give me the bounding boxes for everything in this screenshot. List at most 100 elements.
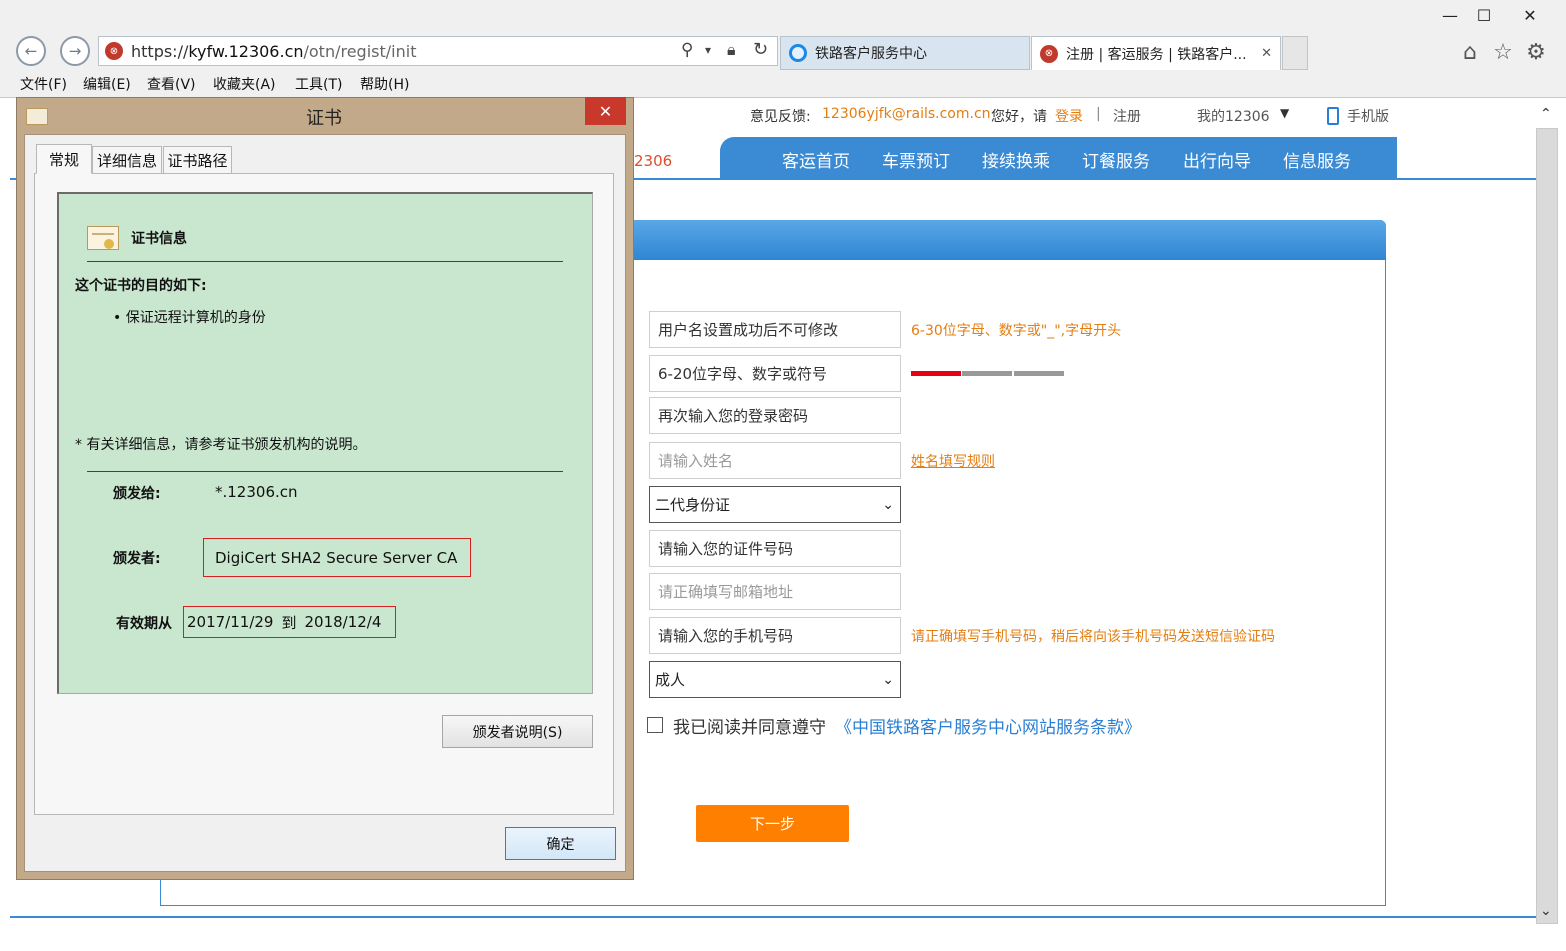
tab-label: 注册 | 客运服务 | 铁路客户... [1066,46,1247,63]
new-tab-button[interactable] [1282,36,1308,70]
site-favicon-icon: ⊗ [1040,44,1058,63]
id-number-field[interactable]: 请输入您的证件号码 [649,530,901,567]
menu-tools[interactable]: 工具(T) [295,74,342,94]
register-link[interactable]: 注册 [1113,106,1141,126]
validity-period: 2017/11/29 到 2018/12/4 [183,606,396,638]
passenger-type-value: 成人 [655,671,686,689]
password-strength-segment-2 [962,371,1012,376]
url-host: kyfw.12306.cn [188,42,304,61]
minimize-button[interactable]: — [1432,4,1468,26]
valid-to-date: 2018/12/4 [304,613,382,631]
valid-from-date: 2017/11/29 [187,613,274,631]
url-prefix: https:// [131,42,189,61]
scroll-down-icon[interactable]: ⌄ [1540,903,1552,919]
nav-transfer[interactable]: 接续换乘 [982,147,1050,172]
menu-view[interactable]: 查看(V) [147,74,196,94]
forward-arrow-icon: → [68,42,82,60]
maximize-button[interactable]: ☐ [1466,4,1502,26]
tab-close-icon[interactable]: ✕ [1261,46,1272,61]
cert-purpose-heading: 这个证书的目的如下: [75,278,207,294]
site-favicon-icon: ⊗ [105,42,123,60]
agree-checkbox[interactable] [647,717,663,733]
email-field[interactable]: 请正确填写邮箱地址 [649,573,901,610]
terms-link[interactable]: 《中国铁路客户服务中心网站服务条款》 [835,713,1141,738]
ok-button[interactable]: 确定 [505,827,616,860]
password-field[interactable]: 6-20位字母、数字或符号 [649,355,901,392]
certificate-small-icon [26,108,48,125]
menu-file[interactable]: 文件(F) [20,74,67,94]
cert-divider-bottom [87,471,563,472]
confirm-password-field[interactable]: 再次输入您的登录密码 [649,397,901,434]
id-type-value: 二代身份证 [655,496,731,514]
issued-by-value: DigiCert SHA2 Secure Server CA [203,538,471,577]
tab-railway-home[interactable]: 铁路客户服务中心 [780,36,1030,70]
cert-purpose-item: • 保证远程计算机的身份 [113,310,266,326]
logo-text-fragment: 2306 [634,152,673,170]
back-button[interactable]: ← [16,36,46,66]
greeting-text: 您好，请 [991,109,1047,125]
name-rule-link[interactable]: 姓名填写规则 [911,451,995,471]
scrollbar-thumb[interactable] [1536,128,1558,924]
id-type-select[interactable]: 二代身份证 ⌄ [649,486,901,523]
dialog-title: 证书 [306,108,342,129]
nav-travel-guide[interactable]: 出行向导 [1183,147,1251,172]
phone-field[interactable]: 请输入您的手机号码 [649,617,901,654]
nav-meal-service[interactable]: 订餐服务 [1082,147,1150,172]
home-icon[interactable]: ⌂ [1456,38,1484,66]
nav-info-service[interactable]: 信息服务 [1283,147,1351,172]
next-step-button[interactable]: 下一步 [696,805,849,842]
my12306-dropdown-icon[interactable]: ▼ [1280,106,1289,120]
valid-from-label: 有效期从 [116,616,172,632]
favorites-star-icon[interactable]: ☆ [1489,38,1517,66]
valid-to-word: 到 [281,613,297,632]
close-window-button[interactable]: ✕ [1512,4,1548,26]
issuer-statement-button[interactable]: 颁发者说明(S) [442,715,593,748]
cert-section-title: 证书信息 [131,231,187,247]
username-hint: 6-30位字母、数字或"_",字母开头 [911,323,1122,339]
nav-passenger-home[interactable]: 客运首页 [782,147,850,172]
menu-favorites[interactable]: 收藏夹(A) [213,74,276,94]
tab-cert-path[interactable]: 证书路径 [163,146,232,173]
issued-to-value: *.12306.cn [215,483,298,501]
my12306-menu[interactable]: 我的12306 [1197,106,1270,126]
password-strength-segment-1 [911,371,961,376]
dropdown-arrow-icon[interactable]: ▾ [705,43,711,57]
name-field[interactable]: 请输入姓名 [649,442,901,479]
chevron-down-icon: ⌄ [882,496,894,513]
certificate-seal [104,239,114,249]
refresh-icon[interactable]: ↻ [753,39,768,60]
feedback-email-link[interactable]: 12306yjfk@rails.com.cn [822,106,991,122]
tab-general[interactable]: 常规 [36,144,92,174]
lock-icon[interactable]: 🔒︎ [727,40,736,60]
issued-to-label: 颁发给: [113,486,161,502]
certificate-icon [87,226,119,250]
menu-edit[interactable]: 编辑(E) [83,74,131,94]
scroll-up-icon[interactable]: ⌃ [1540,106,1552,122]
link-separator: | [1096,106,1101,122]
cert-divider-top [87,261,563,262]
nav-ticket-booking[interactable]: 车票预订 [882,147,950,172]
username-field[interactable]: 用户名设置成功后不可修改 [649,311,901,348]
phone-hint: 请正确填写手机号码，稍后将向该手机号码发送短信验证码 [911,629,1275,645]
password-strength-segment-3 [1014,371,1064,376]
settings-gear-icon[interactable]: ⚙ [1522,38,1550,66]
address-bar[interactable]: ⊗ https://kyfw.12306.cn/otn/regist/init … [98,36,778,66]
dialog-close-button[interactable]: ✕ [585,97,626,125]
login-link[interactable]: 登录 [1055,106,1083,126]
page-scrollbar[interactable]: ⌃ ⌄ [1536,98,1566,930]
url-path: /otn/regist/init [303,42,417,61]
forward-button[interactable]: → [60,36,90,66]
passenger-type-select[interactable]: 成人 ⌄ [649,661,901,698]
footer-divider [10,916,1536,918]
mobile-link[interactable]: 手机版 [1347,106,1389,126]
url-text: https://kyfw.12306.cn/otn/regist/init [131,42,416,61]
cert-purpose-text: 保证远程计算机的身份 [125,310,266,326]
tab-details[interactable]: 详细信息 [92,146,162,173]
ie-favicon-icon [789,44,807,62]
certificate-icon-line [92,233,114,235]
tab-register[interactable]: ⊗ 注册 | 客运服务 | 铁路客户... ✕ [1031,36,1281,70]
menu-help[interactable]: 帮助(H) [360,74,409,94]
search-icon[interactable]: ⚲ [681,40,693,60]
back-arrow-icon: ← [24,42,38,60]
feedback-label: 意见反馈: [750,109,811,125]
